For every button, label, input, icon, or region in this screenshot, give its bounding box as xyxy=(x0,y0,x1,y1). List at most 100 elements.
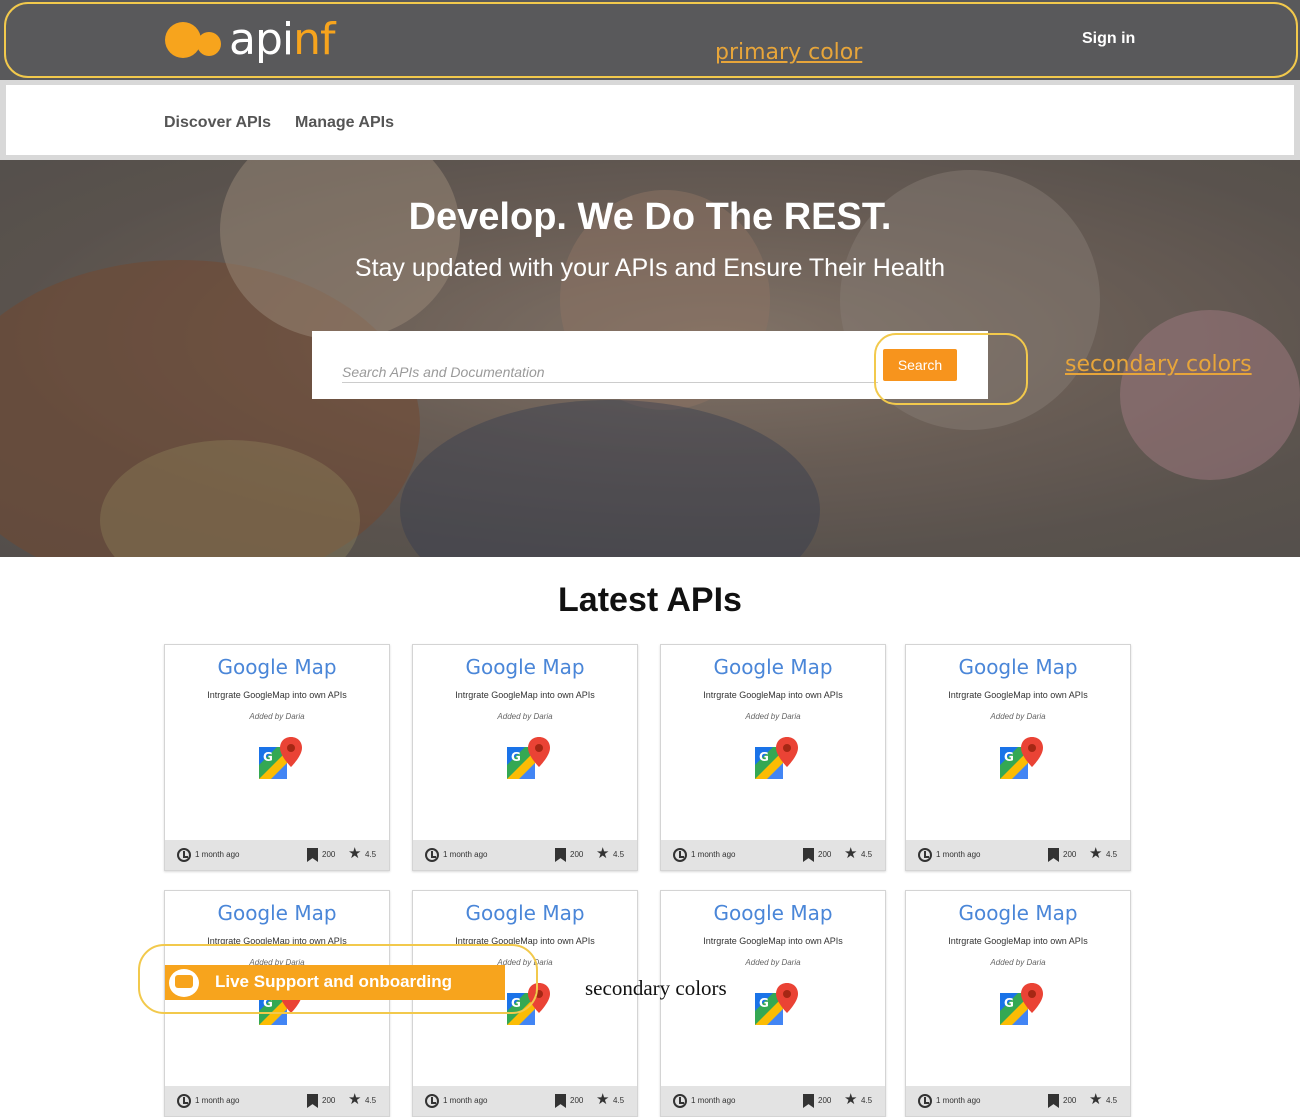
api-card-rating: 4.5 xyxy=(861,1096,873,1105)
live-support-highlight-ring xyxy=(138,944,538,1014)
primary-color-highlight-ring xyxy=(4,2,1298,78)
api-card-footer: 1 month ago 200 ★ 4.5 xyxy=(165,840,389,870)
hero-banner: Develop. We Do The REST. Stay updated wi… xyxy=(0,160,1300,557)
api-card-time: 1 month ago xyxy=(936,850,981,859)
api-card-title[interactable]: Google Map xyxy=(165,901,389,925)
api-card-rating: 4.5 xyxy=(613,850,625,859)
api-card-description: Intrgrate GoogleMap into own APIs xyxy=(948,936,1088,946)
bookmark-icon[interactable] xyxy=(307,848,318,862)
api-card[interactable]: Google Map Intrgrate GoogleMap into own A… xyxy=(412,644,638,871)
api-card-title[interactable]: Google Map xyxy=(906,655,1130,679)
bookmark-icon[interactable] xyxy=(803,848,814,862)
api-card-rating: 4.5 xyxy=(1106,850,1118,859)
api-card-footer: 1 month ago 200 ★ 4.5 xyxy=(906,840,1130,870)
api-card-footer: 1 month ago 200 ★ 4.5 xyxy=(413,1086,637,1116)
clock-icon xyxy=(918,848,932,862)
api-card-footer: 1 month ago 200 ★ 4.5 xyxy=(413,840,637,870)
nav-bar-inner: Discover APIs Manage APIs xyxy=(6,85,1294,155)
google-maps-icon: G xyxy=(257,735,303,781)
svg-text:G: G xyxy=(263,750,273,764)
hero-title: Develop. We Do The REST. xyxy=(408,196,892,238)
api-card-time: 1 month ago xyxy=(195,1096,240,1105)
api-card[interactable]: Google Map Intrgrate GoogleMap into own A… xyxy=(905,644,1131,871)
api-card-time: 1 month ago xyxy=(936,1096,981,1105)
star-icon[interactable]: ★ xyxy=(348,846,361,861)
api-card-bookmarks: 200 xyxy=(818,850,832,859)
api-card-bookmarks: 200 xyxy=(818,1096,832,1105)
bookmark-icon[interactable] xyxy=(555,848,566,862)
clock-icon xyxy=(673,848,687,862)
api-card-author: Added by Daria xyxy=(497,712,553,721)
secondary-colors-caption: secondary colors xyxy=(585,976,727,1000)
google-maps-icon: G xyxy=(753,735,799,781)
star-icon[interactable]: ★ xyxy=(844,846,857,861)
api-card-description: Intrgrate GoogleMap into own APIs xyxy=(207,690,347,700)
api-card-author: Added by Daria xyxy=(745,958,801,967)
api-card-author: Added by Daria xyxy=(990,712,1046,721)
bookmark-icon[interactable] xyxy=(555,1094,566,1108)
api-card-bookmarks: 200 xyxy=(570,850,584,859)
clock-icon xyxy=(425,848,439,862)
api-card-author: Added by Daria xyxy=(249,712,305,721)
bookmark-icon[interactable] xyxy=(803,1094,814,1108)
api-card-bookmarks: 200 xyxy=(1063,850,1077,859)
api-card-title[interactable]: Google Map xyxy=(906,901,1130,925)
api-card-author: Added by Daria xyxy=(745,712,801,721)
api-card-rating: 4.5 xyxy=(365,1096,377,1105)
nav-manage-apis[interactable]: Manage APIs xyxy=(295,114,394,132)
star-icon[interactable]: ★ xyxy=(596,846,609,861)
api-card-bookmarks: 200 xyxy=(322,850,336,859)
clock-icon xyxy=(918,1094,932,1108)
secondary-color-highlight-ring xyxy=(874,333,1028,405)
clock-icon xyxy=(177,1094,191,1108)
api-card-footer: 1 month ago 200 ★ 4.5 xyxy=(165,1086,389,1116)
api-card[interactable]: Google Map Intrgrate GoogleMap into own A… xyxy=(905,890,1131,1117)
api-card-bookmarks: 200 xyxy=(570,1096,584,1105)
secondary-colors-annotation: secondary colors xyxy=(1065,352,1252,377)
bookmark-icon[interactable] xyxy=(307,1094,318,1108)
api-card-bookmarks: 200 xyxy=(1063,1096,1077,1105)
clock-icon xyxy=(673,1094,687,1108)
svg-text:G: G xyxy=(511,750,521,764)
bookmark-icon[interactable] xyxy=(1048,848,1059,862)
google-maps-icon: G xyxy=(998,981,1044,1027)
api-card-rating: 4.5 xyxy=(365,850,377,859)
svg-text:G: G xyxy=(1004,750,1014,764)
api-card-title[interactable]: Google Map xyxy=(413,655,637,679)
api-card-rating: 4.5 xyxy=(613,1096,625,1105)
search-input[interactable] xyxy=(342,361,878,383)
nav-discover-apis[interactable]: Discover APIs xyxy=(164,114,271,132)
svg-text:G: G xyxy=(1004,996,1014,1010)
star-icon[interactable]: ★ xyxy=(1089,846,1102,861)
api-card-description: Intrgrate GoogleMap into own APIs xyxy=(703,690,843,700)
clock-icon xyxy=(425,1094,439,1108)
google-maps-icon: G xyxy=(998,735,1044,781)
star-icon[interactable]: ★ xyxy=(348,1092,361,1107)
api-card[interactable]: Google Map Intrgrate GoogleMap into own A… xyxy=(660,890,886,1117)
api-card-time: 1 month ago xyxy=(691,1096,736,1105)
clock-icon xyxy=(177,848,191,862)
star-icon[interactable]: ★ xyxy=(1089,1092,1102,1107)
api-card[interactable]: Google Map Intrgrate GoogleMap into own A… xyxy=(660,644,886,871)
api-card-bookmarks: 200 xyxy=(322,1096,336,1105)
api-card-rating: 4.5 xyxy=(1106,1096,1118,1105)
hero-subtitle: Stay updated with your APIs and Ensure T… xyxy=(354,254,946,282)
api-card-title[interactable]: Google Map xyxy=(661,655,885,679)
api-card-title[interactable]: Google Map xyxy=(661,901,885,925)
star-icon[interactable]: ★ xyxy=(596,1092,609,1107)
api-card-title[interactable]: Google Map xyxy=(165,655,389,679)
star-icon[interactable]: ★ xyxy=(844,1092,857,1107)
api-card-title[interactable]: Google Map xyxy=(413,901,637,925)
api-card-time: 1 month ago xyxy=(195,850,240,859)
api-card-description: Intrgrate GoogleMap into own APIs xyxy=(703,936,843,946)
api-card-footer: 1 month ago 200 ★ 4.5 xyxy=(661,1086,885,1116)
api-card-time: 1 month ago xyxy=(691,850,736,859)
svg-text:G: G xyxy=(759,996,769,1010)
bookmark-icon[interactable] xyxy=(1048,1094,1059,1108)
api-card[interactable]: Google Map Intrgrate GoogleMap into own A… xyxy=(164,644,390,871)
latest-apis-title: Latest APIs xyxy=(558,581,742,619)
api-card-author: Added by Daria xyxy=(990,958,1046,967)
google-maps-icon: G xyxy=(505,735,551,781)
nav-bar: Discover APIs Manage APIs xyxy=(0,80,1300,160)
api-card-footer: 1 month ago 200 ★ 4.5 xyxy=(906,1086,1130,1116)
